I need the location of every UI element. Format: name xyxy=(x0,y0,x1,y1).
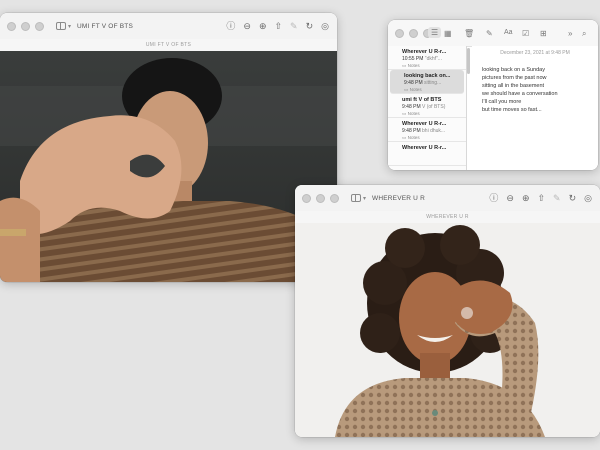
minimize-button[interactable] xyxy=(409,28,418,38)
close-button[interactable] xyxy=(302,193,311,203)
note-line: we should have a conversation xyxy=(482,91,558,97)
format-icon[interactable]: Aa xyxy=(504,29,513,36)
note-folder: ▭ Notes xyxy=(402,135,460,141)
note-line: pictures from the past now xyxy=(482,75,547,81)
window-title: UMI FT V OF BTS xyxy=(77,22,133,30)
markup-icon[interactable]: ✎ xyxy=(553,193,561,203)
scrollbar[interactable] xyxy=(467,48,470,74)
list-item[interactable]: Wherever U R-r... xyxy=(388,142,466,166)
titlebar[interactable]: ▾ UMI FT V OF BTS ⓘ ⊖ ⊕ ⇧ ✎ ↻ ◎ xyxy=(0,13,337,39)
photo-svg xyxy=(0,51,337,282)
note-meta: 9:48 PM sitting... xyxy=(404,80,458,86)
note-editor[interactable]: December 23, 2021 at 9:48 PM looking bac… xyxy=(472,46,598,170)
note-meta: 10:55 PM "dkhf"... xyxy=(402,56,460,62)
note-preview: bhi dhuk... xyxy=(422,128,446,134)
window-controls[interactable] xyxy=(7,21,44,31)
note-title: Wherever U R-r... xyxy=(402,145,447,151)
close-button[interactable] xyxy=(395,28,404,38)
table-icon[interactable]: ⊞ xyxy=(540,29,547,38)
close-button[interactable] xyxy=(7,21,16,31)
note-title: Wherever U R-r... xyxy=(402,49,447,55)
notes-toolbar: ☰ ▦ 🗑 ✎ Aa ☑ ⊞ » ⌕ xyxy=(388,20,598,47)
markup-icon[interactable]: ✎ xyxy=(290,21,298,31)
list-item-selected[interactable]: looking back on... 9:48 PM sitting... ▭ … xyxy=(390,70,464,94)
sidebar-icon[interactable] xyxy=(56,22,66,30)
note-line: sitting all in the basement xyxy=(482,83,545,89)
zoom-out-icon[interactable]: ⊖ xyxy=(243,21,251,31)
photo-man-heart-hand xyxy=(0,51,337,282)
note-text: looking back on a Sunday pictures from t… xyxy=(482,66,598,114)
note-time: 10:55 PM xyxy=(402,56,424,62)
note-folder-label: Notes xyxy=(409,87,422,92)
chevron-down-icon[interactable]: ▾ xyxy=(363,195,366,202)
note-folder: ▭ Notes xyxy=(402,63,460,69)
list-item[interactable]: Wherever U R-r... 9:48 PM bhi dhuk... ▭ … xyxy=(388,118,466,142)
notes-list: Wherever U R-r... 10:55 PM "dkhf"... ▭ N… xyxy=(388,46,467,170)
share-icon[interactable]: ⇧ xyxy=(538,193,546,203)
minimize-button[interactable] xyxy=(21,21,30,31)
note-line: looking back on a Sunday xyxy=(482,67,545,73)
note-time: 9:48 PM xyxy=(402,128,421,134)
note-folder-label: Notes xyxy=(407,111,420,116)
note-date: December 23, 2021 at 9:48 PM xyxy=(500,50,570,56)
gallery-view-icon[interactable]: ▦ xyxy=(444,29,452,38)
note-folder: ▭ Notes xyxy=(404,87,458,93)
notes-window[interactable]: ☰ ▦ 🗑 ✎ Aa ☑ ⊞ » ⌕ Wherever U R-r... 10:… xyxy=(388,20,598,170)
photo-woman-heart-hand xyxy=(295,223,600,437)
list-item[interactable]: umi ft V of BTS 9:48 PM V (of BTS) ▭ Not… xyxy=(388,94,466,118)
rotate-icon[interactable]: ↻ xyxy=(569,193,577,203)
compose-icon[interactable]: ✎ xyxy=(486,29,493,38)
annotate-icon[interactable]: ◎ xyxy=(321,21,329,31)
note-preview: sitting... xyxy=(424,80,442,86)
rotate-icon[interactable]: ↻ xyxy=(306,21,314,31)
note-title: umi ft V of BTS xyxy=(402,97,442,103)
note-line: I'll call you more xyxy=(482,99,522,105)
note-time: 9:48 PM xyxy=(404,80,423,86)
toolbar: ⓘ ⊖ ⊕ ⇧ ✎ ↻ ◎ xyxy=(489,185,592,211)
chevron-down-icon[interactable]: ▾ xyxy=(68,23,71,30)
window-controls[interactable] xyxy=(302,193,339,203)
window-title: WHEREVER U R xyxy=(372,194,425,202)
list-view-icon[interactable]: ☰ xyxy=(428,27,442,38)
note-folder: ▭ Notes xyxy=(402,111,460,117)
note-line: but time moves so fast... xyxy=(482,107,542,113)
zoom-button[interactable] xyxy=(35,21,44,31)
note-meta: 9:48 PM V (of BTS) xyxy=(402,104,460,110)
minimize-button[interactable] xyxy=(316,193,325,203)
note-title: Wherever U R-r... xyxy=(402,121,447,127)
note-preview: "dkhf"... xyxy=(424,56,442,62)
zoom-button[interactable] xyxy=(330,193,339,203)
toolbar: ⓘ ⊖ ⊕ ⇧ ✎ ↻ ◎ xyxy=(226,13,329,39)
zoom-in-icon[interactable]: ⊕ xyxy=(259,21,267,31)
trash-icon[interactable]: 🗑 xyxy=(464,29,474,38)
list-item[interactable]: Wherever U R-r... 10:55 PM "dkhf"... ▭ N… xyxy=(388,46,466,70)
checklist-icon[interactable]: ☑ xyxy=(522,29,529,38)
info-icon[interactable]: ⓘ xyxy=(226,21,235,31)
preview-window-left[interactable]: ▾ UMI FT V OF BTS ⓘ ⊖ ⊕ ⇧ ✎ ↻ ◎ UMI FT V… xyxy=(0,13,337,282)
note-title: looking back on... xyxy=(404,73,451,79)
preview-window-right[interactable]: ▾ WHEREVER U R ⓘ ⊖ ⊕ ⇧ ✎ ↻ ◎ WHEREVER U … xyxy=(295,185,600,437)
window-controls[interactable] xyxy=(395,28,432,38)
share-icon[interactable]: ⇧ xyxy=(275,21,283,31)
search-icon[interactable]: ⌕ xyxy=(582,29,586,39)
note-folder-label: Notes xyxy=(407,63,420,68)
photo-svg xyxy=(295,223,600,437)
info-icon[interactable]: ⓘ xyxy=(489,193,498,203)
sidebar-icon[interactable] xyxy=(351,194,361,202)
note-preview: V (of BTS) xyxy=(422,104,446,110)
titlebar[interactable]: ▾ WHEREVER U R ⓘ ⊖ ⊕ ⇧ ✎ ↻ ◎ xyxy=(295,185,600,211)
more-icon[interactable]: » xyxy=(568,29,572,38)
zoom-in-icon[interactable]: ⊕ xyxy=(522,193,530,203)
note-time: 9:48 PM xyxy=(402,104,421,110)
note-folder-label: Notes xyxy=(407,135,420,140)
zoom-out-icon[interactable]: ⊖ xyxy=(506,193,514,203)
annotate-icon[interactable]: ◎ xyxy=(584,193,592,203)
note-meta: 9:48 PM bhi dhuk... xyxy=(402,128,460,134)
